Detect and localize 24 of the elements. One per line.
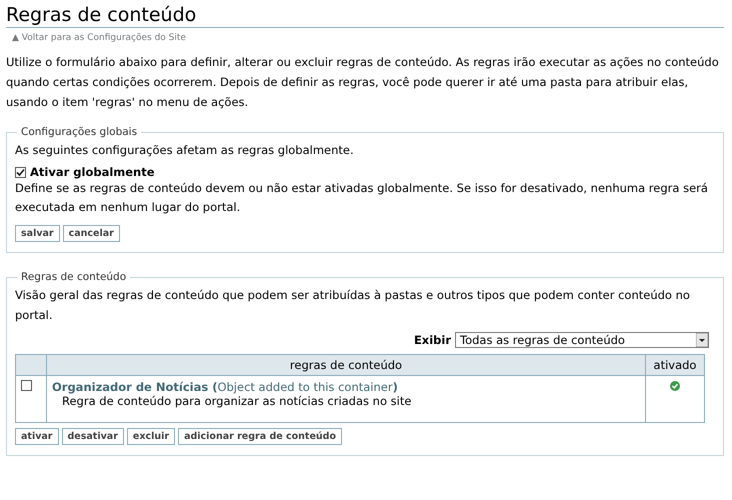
filter-select[interactable]: Todas as regras de conteúdo xyxy=(455,332,709,348)
form-button[interactable]: excluir xyxy=(126,428,176,445)
fieldset-description: As seguintes configurações afetam as regras globalmente. xyxy=(15,142,355,159)
rule-title[interactable]: Organizador de Notícias (Object added to this container) xyxy=(52,380,640,394)
help-text: Define se as regras de conteúdo devem ou não estar ativadas globalmente. Se isso for desativado, nenhuma regra será executada em nenhum lugar do portal. xyxy=(15,180,709,216)
form-button[interactable]: cancelar xyxy=(62,225,120,242)
intro-text: Utilize o formulário abaixo para definir, alterar ou excluir regras de conteúdo. As regras irão executar as ações no conteúdo quando certas condições ocorrerem. Depois de definir as regras, você pode querer ir até uma pasta para atribuir elas, usando o item 'regras' no menu de ações. xyxy=(6,54,720,111)
page-title: Regras de conteúdo xyxy=(6,4,724,28)
column-header: regras de conteúdo xyxy=(46,354,646,376)
checkbox[interactable] xyxy=(15,166,26,178)
form-button[interactable]: salvar xyxy=(15,225,60,242)
filter-label: Exibir xyxy=(414,333,451,347)
form-button[interactable]: desativar xyxy=(62,428,124,445)
form-button[interactable]: adicionar regra de conteúdo xyxy=(178,428,342,445)
fieldset-description: Visão geral das regras de conteúdo que podem ser atribuídas à pastas e outros tipos que podem conter conteúdo no portal. xyxy=(15,287,691,324)
rule-description: Regra de conteúdo para organizar as notícias criadas no site xyxy=(61,394,412,408)
row-checkbox[interactable] xyxy=(21,380,32,391)
dropdown-arrow-icon xyxy=(696,333,708,347)
back-link[interactable]: ▲ Voltar para as Configurações do Site xyxy=(12,33,186,43)
form-button[interactable]: ativar xyxy=(15,428,58,445)
fieldset-legend: Configurações globais xyxy=(17,126,142,138)
checkbox-label: Ativar globalmente xyxy=(30,165,155,179)
column-header: ativado xyxy=(646,354,704,376)
fieldset-legend: Regras de conteúdo xyxy=(17,271,130,283)
